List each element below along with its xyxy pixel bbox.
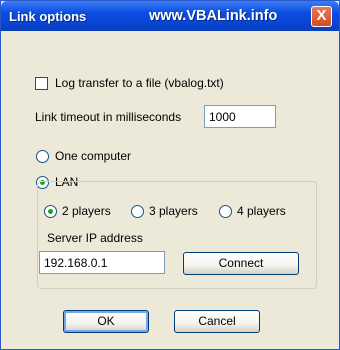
one-computer-radio[interactable] (36, 150, 49, 163)
timeout-label: Link timeout in milliseconds (35, 110, 182, 124)
connect-button[interactable]: Connect (183, 252, 299, 275)
timeout-input[interactable] (204, 105, 276, 128)
server-ip-input[interactable] (39, 251, 165, 274)
players-3-label: 3 players (149, 204, 198, 218)
players-4-radio[interactable] (219, 205, 232, 218)
players-3-radio[interactable] (131, 205, 144, 218)
window-title: Link options (9, 9, 87, 24)
one-computer-label: One computer (55, 149, 132, 163)
log-transfer-checkbox[interactable] (35, 77, 48, 90)
log-transfer-label: Log transfer to a file (vbalog.txt) (55, 76, 224, 90)
players-4-label: 4 players (237, 204, 286, 218)
close-icon: X (316, 7, 327, 24)
players-2-radio[interactable] (44, 205, 57, 218)
players-2-label: 2 players (62, 204, 111, 218)
close-button[interactable]: X (311, 6, 332, 27)
cancel-button[interactable]: Cancel (174, 310, 260, 333)
website-url: www.VBALink.info (149, 8, 278, 24)
dialog-content: Log transfer to a file (vbalog.txt) Link… (7, 31, 333, 345)
link-options-dialog: Link options www.VBALink.info X Log tran… (0, 0, 340, 350)
title-bar[interactable]: Link options www.VBALink.info X (1, 1, 339, 31)
ok-button[interactable]: OK (63, 310, 149, 333)
server-ip-label: Server IP address (47, 231, 143, 245)
